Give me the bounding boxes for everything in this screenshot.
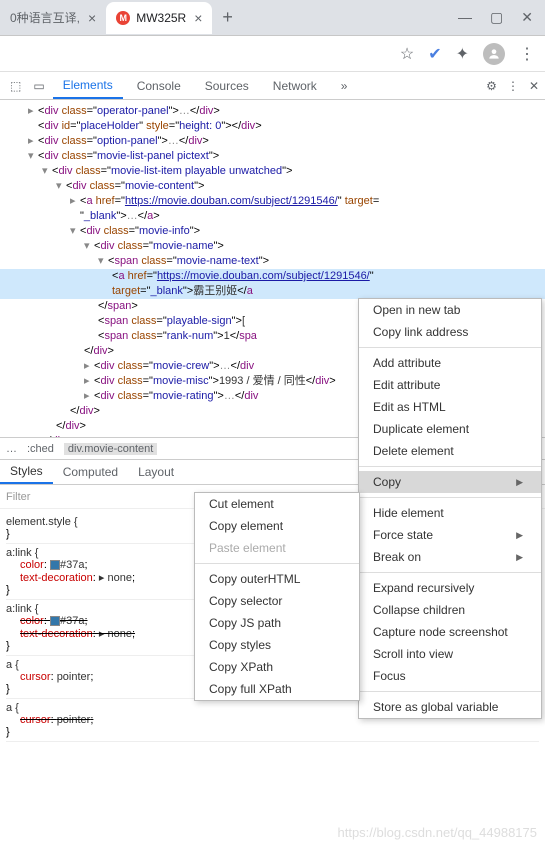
devtools-toolbar: ⬚ ▭ Elements Console Sources Network » ⚙… — [0, 72, 545, 100]
tab-elements[interactable]: Elements — [53, 72, 123, 99]
avatar-icon[interactable] — [483, 43, 505, 65]
window-maximize-icon[interactable]: ▢ — [490, 9, 503, 26]
close-icon[interactable]: ✕ — [529, 79, 539, 93]
tab-title: 0种语言互译, — [10, 9, 80, 26]
tab-console[interactable]: Console — [127, 72, 191, 99]
window-close-icon[interactable]: ✕ — [521, 9, 533, 26]
kebab-icon[interactable]: ⋮ — [507, 79, 519, 93]
browser-tab[interactable]: 0种语言互译, × — [0, 2, 106, 34]
context-menu: Open in new tabCopy link address Add attr… — [358, 298, 542, 719]
bird-icon[interactable]: ✔ — [428, 44, 441, 64]
menu-item[interactable]: Force state▶ — [359, 524, 541, 546]
new-tab-button[interactable]: + — [212, 7, 243, 28]
breadcrumb-item[interactable]: … — [6, 443, 17, 455]
menu-item[interactable]: Copy JS path — [195, 612, 359, 634]
menu-item[interactable]: Scroll into view — [359, 643, 541, 665]
tab-styles[interactable]: Styles — [0, 460, 53, 484]
device-icon[interactable]: ▭ — [29, 79, 48, 93]
kebab-icon[interactable]: ⋮ — [519, 44, 535, 64]
tab-computed[interactable]: Computed — [53, 460, 128, 484]
tabs-overflow-icon[interactable]: » — [331, 72, 358, 99]
menu-item[interactable]: Store as global variable — [359, 696, 541, 718]
menu-item[interactable]: Collapse children — [359, 599, 541, 621]
browser-tab-active[interactable]: M MW325R × — [106, 2, 212, 34]
filter-input[interactable]: Filter — [6, 491, 30, 503]
tab-title: MW325R — [136, 11, 186, 25]
menu-item[interactable]: Expand recursively — [359, 577, 541, 599]
menu-item[interactable]: Break on▶ — [359, 546, 541, 568]
selected-node[interactable]: <a href="https://movie.douban.com/subjec… — [0, 269, 545, 284]
breadcrumb-item[interactable]: :ched — [27, 443, 54, 455]
context-submenu: Cut elementCopy elementPaste element Copy… — [194, 492, 360, 701]
menu-item[interactable]: Copy selector — [195, 590, 359, 612]
menu-item: Paste element — [195, 537, 359, 559]
menu-item[interactable]: Copy outerHTML — [195, 568, 359, 590]
menu-item[interactable]: Copy▶ — [359, 471, 541, 493]
menu-item[interactable]: Copy XPath — [195, 656, 359, 678]
menu-item[interactable]: Duplicate element — [359, 418, 541, 440]
menu-item[interactable]: Copy element — [195, 515, 359, 537]
menu-item[interactable]: Cut element — [195, 493, 359, 515]
close-icon[interactable]: × — [194, 10, 202, 26]
menu-item[interactable]: Edit attribute — [359, 374, 541, 396]
favicon: M — [116, 11, 130, 25]
address-bar: ☆ ✔ ✦ ⋮ — [0, 36, 545, 72]
inspect-icon[interactable]: ⬚ — [6, 79, 25, 93]
tab-layout[interactable]: Layout — [128, 460, 184, 484]
menu-item[interactable]: Hide element — [359, 502, 541, 524]
menu-item[interactable]: Copy link address — [359, 321, 541, 343]
menu-item[interactable]: Delete element — [359, 440, 541, 462]
close-icon[interactable]: × — [88, 10, 96, 26]
menu-item[interactable]: Add attribute — [359, 352, 541, 374]
gear-icon[interactable]: ⚙ — [486, 79, 497, 93]
menu-item[interactable]: Copy full XPath — [195, 678, 359, 700]
watermark: https://blog.csdn.net/qq_44988175 — [338, 825, 538, 840]
menu-item[interactable]: Open in new tab — [359, 299, 541, 321]
browser-tabstrip: 0种语言互译, × M MW325R × + — ▢ ✕ — [0, 0, 545, 36]
puzzle-icon[interactable]: ✦ — [456, 44, 469, 64]
menu-item[interactable]: Copy styles — [195, 634, 359, 656]
window-minimize-icon[interactable]: — — [458, 9, 472, 26]
menu-item[interactable]: Focus — [359, 665, 541, 687]
tab-sources[interactable]: Sources — [195, 72, 259, 99]
star-icon[interactable]: ☆ — [400, 44, 414, 64]
breadcrumb-item[interactable]: div.movie-content — [64, 443, 157, 455]
tab-network[interactable]: Network — [263, 72, 327, 99]
menu-item[interactable]: Edit as HTML — [359, 396, 541, 418]
menu-item[interactable]: Capture node screenshot — [359, 621, 541, 643]
